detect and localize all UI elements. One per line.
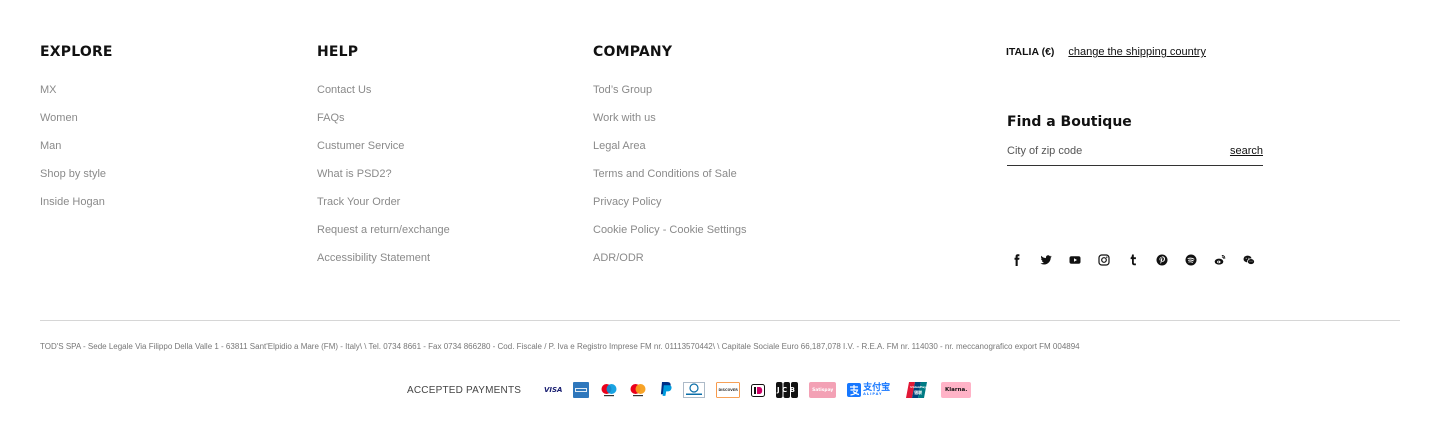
company-legal-info: TOD'S SPA - Sede Legale Via Filippo Dell… [40, 342, 1080, 351]
maestro-icon [600, 382, 618, 398]
explore-item: Shop by style [40, 167, 113, 195]
help-item: Request a return/exchange [317, 223, 450, 251]
help-link-accessibility[interactable]: Accessibility Statement [317, 252, 430, 264]
company-item: Tod’s Group [593, 83, 746, 111]
pinterest-icon[interactable] [1156, 253, 1185, 267]
explore-item: Inside Hogan [40, 195, 113, 223]
boutique-finder: Find a Boutique City of zip code search [1007, 113, 1263, 166]
explore-link-women[interactable]: Women [40, 112, 78, 124]
company-link-cookie-policy[interactable]: Cookie Policy - Cookie Settings [593, 224, 746, 236]
explore-item: Women [40, 111, 113, 139]
unionpay-text: UnionPay [910, 385, 927, 389]
shipping-country-label: ITALIA (€) [1006, 46, 1055, 58]
shipping-country: ITALIA (€) change the shipping country [1006, 45, 1206, 59]
mastercard-icon [629, 382, 647, 398]
help-item: Contact Us [317, 83, 450, 111]
help-item: FAQs [317, 111, 450, 139]
company-link-adr-odr[interactable]: ADR/ODR [593, 252, 644, 264]
company-heading: COMPANY [593, 44, 673, 60]
paypal-icon [658, 382, 672, 398]
amex-icon [573, 382, 590, 398]
youtube-icon[interactable] [1069, 253, 1098, 267]
help-item: What is PSD2? [317, 167, 450, 195]
accepted-payments: ACCEPTED PAYMENTS VISA DISCOVER JCB Sati… [407, 382, 982, 398]
boutique-search-input[interactable]: City of zip code [1007, 145, 1082, 157]
wechat-icon[interactable] [1243, 253, 1272, 267]
explore-link-man[interactable]: Man [40, 140, 61, 152]
jcb-icon: JCB [776, 382, 799, 398]
visa-text: VISA [543, 386, 563, 394]
alipay-icon: 支付宝 ALIPAY [847, 382, 895, 398]
unionpay-subtext: 银联 [914, 389, 923, 395]
accepted-payments-label: ACCEPTED PAYMENTS [407, 384, 522, 396]
help-link-return-exchange[interactable]: Request a return/exchange [317, 224, 450, 236]
help-link-contact-us[interactable]: Contact Us [317, 84, 371, 96]
help-item: Track Your Order [317, 195, 450, 223]
change-shipping-country-link[interactable]: change the shipping country [1068, 46, 1206, 58]
satispay-icon: Satispay [809, 382, 837, 398]
instagram-icon[interactable] [1098, 253, 1127, 267]
spotify-icon[interactable] [1185, 253, 1214, 267]
explore-link-mx[interactable]: MX [40, 84, 57, 96]
company-link-legal-area[interactable]: Legal Area [593, 140, 646, 152]
tumblr-icon[interactable] [1127, 253, 1156, 267]
diners-club-icon [683, 382, 706, 398]
facebook-icon[interactable] [1011, 253, 1040, 267]
boutique-search-button[interactable]: search [1230, 145, 1263, 157]
twitter-icon[interactable] [1040, 253, 1069, 267]
company-link-work-with-us[interactable]: Work with us [593, 112, 656, 124]
footer-column-company: COMPANY Tod’s Group Work with us Legal A… [593, 43, 746, 279]
unionpay-icon: UnionPay 银联 [906, 382, 930, 398]
company-link-tods-group[interactable]: Tod’s Group [593, 84, 652, 96]
help-link-faqs[interactable]: FAQs [317, 112, 345, 124]
company-item: Legal Area [593, 139, 746, 167]
explore-link-inside-hogan[interactable]: Inside Hogan [40, 196, 105, 208]
ideal-icon [751, 382, 766, 398]
klarna-text: Klarna. [945, 387, 968, 393]
company-item: Terms and Conditions of Sale [593, 167, 746, 195]
help-link-track-order[interactable]: Track Your Order [317, 196, 400, 208]
explore-list: MX Women Man Shop by style Inside Hogan [40, 83, 113, 223]
footer-divider [40, 320, 1400, 321]
company-list: Tod’s Group Work with us Legal Area Term… [593, 83, 746, 279]
discover-icon: DISCOVER [716, 382, 741, 398]
help-item: Accessibility Statement [317, 251, 450, 279]
company-item: Work with us [593, 111, 746, 139]
footer-column-explore: EXPLORE MX Women Man Shop by style Insid… [40, 43, 113, 223]
company-link-terms[interactable]: Terms and Conditions of Sale [593, 168, 737, 180]
boutique-search-row: City of zip code search [1007, 145, 1263, 166]
company-item: Cookie Policy - Cookie Settings [593, 223, 746, 251]
company-item: Privacy Policy [593, 195, 746, 223]
company-link-privacy[interactable]: Privacy Policy [593, 196, 661, 208]
explore-item: MX [40, 83, 113, 111]
visa-icon: VISA [544, 382, 562, 398]
klarna-icon: Klarna. [941, 382, 972, 398]
jcb-text: JCB [777, 386, 798, 394]
explore-heading: EXPLORE [40, 44, 113, 60]
help-item: Custumer Service [317, 139, 450, 167]
weibo-icon[interactable] [1214, 253, 1243, 267]
explore-item: Man [40, 139, 113, 167]
explore-link-shop-by-style[interactable]: Shop by style [40, 168, 106, 180]
help-link-customer-service[interactable]: Custumer Service [317, 140, 404, 152]
company-item: ADR/ODR [593, 251, 746, 279]
footer-column-help: HELP Contact Us FAQs Custumer Service Wh… [317, 43, 450, 279]
boutique-heading: Find a Boutique [1007, 114, 1132, 130]
alipay-subtext: ALIPAY [863, 391, 883, 396]
social-links [1011, 253, 1272, 267]
help-heading: HELP [317, 44, 359, 60]
help-list: Contact Us FAQs Custumer Service What is… [317, 83, 450, 279]
satispay-text: Satispay [812, 387, 834, 393]
discover-text: DISCOVER [718, 388, 738, 392]
help-link-psd2[interactable]: What is PSD2? [317, 168, 392, 180]
